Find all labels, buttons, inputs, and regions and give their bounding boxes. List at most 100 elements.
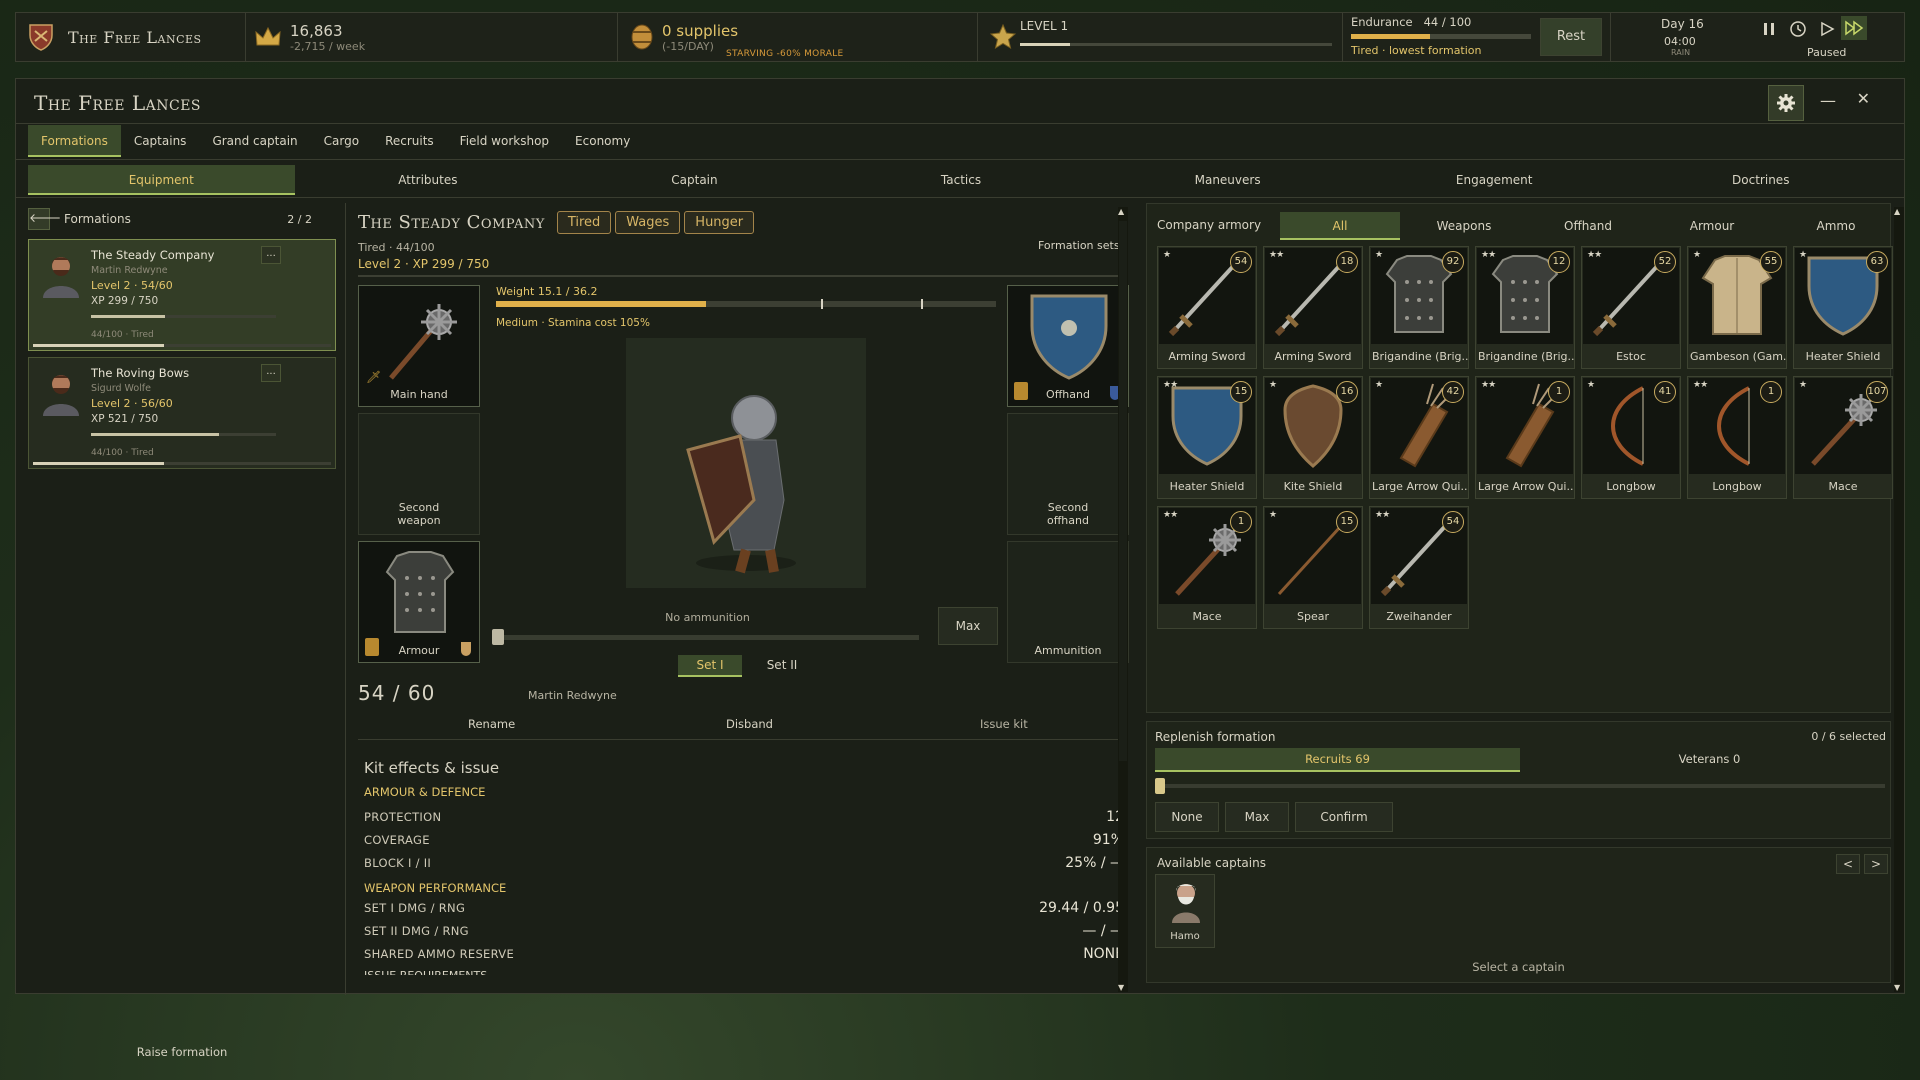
- minimize-button[interactable]: —: [1820, 91, 1836, 110]
- set-two-tab[interactable]: Set II: [750, 655, 814, 677]
- rest-button[interactable]: Rest: [1540, 18, 1602, 56]
- armour-slot[interactable]: Armour: [358, 541, 480, 663]
- main-hand-slot[interactable]: 🗡 Main hand: [358, 285, 480, 407]
- main-tabs: Formations Captains Grand captain Cargo Recr…: [28, 125, 643, 157]
- formation-xp-line: XP 521 / 750: [91, 413, 159, 425]
- formation-card[interactable]: The Roving Bows Sigurd Wolfe Level 2 · 5…: [28, 357, 336, 469]
- tab-formations[interactable]: Formations: [28, 125, 121, 157]
- formation-avatar-icon: [43, 257, 79, 298]
- armory-item[interactable]: ★★ 1 Longbow: [1687, 376, 1787, 499]
- armory-item[interactable]: ★ 107 Mace: [1793, 376, 1893, 499]
- subtab-equipment[interactable]: Equipment: [28, 165, 295, 195]
- armory-item[interactable]: ★★ 15 Heater Shield: [1157, 376, 1257, 499]
- tab-economy[interactable]: Economy: [562, 125, 643, 157]
- armory-item[interactable]: ★ 54 Arming Sword: [1157, 246, 1257, 369]
- fast-forward-button[interactable]: [1841, 16, 1867, 40]
- tab-cargo[interactable]: Cargo: [311, 125, 372, 157]
- formation-xp-bar: [358, 275, 1118, 277]
- item-name: Longbow: [1606, 480, 1656, 493]
- offhand-slot[interactable]: Offhand: [1007, 285, 1129, 407]
- armory-item[interactable]: ★ 16 Kite Shield: [1263, 376, 1363, 499]
- captain-card-hamo[interactable]: Hamo: [1155, 874, 1215, 948]
- armory-tab-offhand[interactable]: Offhand: [1528, 212, 1648, 240]
- captains-panel: Available captains < > Hamo Select a cap…: [1146, 847, 1891, 983]
- armory-tab-all[interactable]: All: [1280, 212, 1400, 240]
- company-banner[interactable]: The Free Lances: [16, 13, 246, 61]
- tab-recruits[interactable]: Recruits: [372, 125, 447, 157]
- rename-button[interactable]: Rename: [468, 717, 515, 731]
- supplies-section: 0 supplies (-15/DAY) STARVING -60% MORAL…: [618, 13, 978, 61]
- ammo-slider[interactable]: [496, 635, 919, 640]
- subtab-doctrines[interactable]: Doctrines: [1627, 165, 1894, 195]
- armory-item[interactable]: ★★ 1 Large Arrow Qui...: [1475, 376, 1575, 499]
- raise-formation-button[interactable]: Raise formation: [28, 1045, 336, 1059]
- equipment-scrollbar[interactable]: ▲ ▼: [1118, 207, 1128, 992]
- disband-button[interactable]: Disband: [726, 717, 773, 731]
- armory-item[interactable]: ★ 42 Large Arrow Qui...: [1369, 376, 1469, 499]
- pause-icon: [1764, 23, 1774, 35]
- issue-kit-button[interactable]: Issue kit: [980, 717, 1028, 731]
- replenish-max-button[interactable]: Max: [1225, 802, 1289, 832]
- formation-more-button[interactable]: ...: [261, 364, 281, 382]
- armory-item[interactable]: ★★ 18 Arming Sword: [1263, 246, 1363, 369]
- pause-button[interactable]: [1761, 20, 1777, 38]
- item-count: 15: [1230, 381, 1252, 403]
- captains-next-button[interactable]: >: [1864, 854, 1888, 874]
- company-window: The Free Lances — ✕ Formations Captains Gr…: [15, 78, 1905, 1059]
- item-name: Brigandine (Brig...: [1372, 350, 1468, 363]
- second-offhand-slot[interactable]: Second offhand: [1007, 413, 1129, 535]
- item-stars: ★: [1375, 250, 1383, 260]
- armory-scrollbar[interactable]: ▲ ▼: [1894, 207, 1904, 992]
- subtab-engagement[interactable]: Engagement: [1361, 165, 1628, 195]
- armory-item[interactable]: ★ 92 Brigandine (Brig...: [1369, 246, 1469, 369]
- ammunition-slot[interactable]: Ammunition: [1007, 541, 1129, 663]
- formation-more-button[interactable]: ...: [261, 246, 281, 264]
- wages-chip[interactable]: Wages: [615, 211, 681, 234]
- subtab-captain[interactable]: Captain: [561, 165, 828, 195]
- armory-item[interactable]: ★★ 52 Estoc: [1581, 246, 1681, 369]
- hunger-chip[interactable]: Hunger: [684, 211, 755, 234]
- veterans-tab[interactable]: Veterans 0: [1527, 748, 1892, 772]
- ammo-slider-handle[interactable]: [492, 629, 504, 645]
- subtab-maneuvers[interactable]: Maneuvers: [1094, 165, 1361, 195]
- tired-chip[interactable]: Tired: [556, 211, 612, 234]
- tab-captains[interactable]: Captains: [121, 125, 200, 157]
- formation-sets-button[interactable]: Formation sets: [1038, 239, 1120, 252]
- armory-tab-weapons[interactable]: Weapons: [1404, 212, 1524, 240]
- ammunition-label: Ammunition: [1034, 644, 1102, 657]
- armory-tab-ammo[interactable]: Ammo: [1776, 212, 1896, 240]
- tab-field-workshop[interactable]: Field workshop: [447, 125, 562, 157]
- armory-item[interactable]: ★ 15 Spear: [1263, 506, 1363, 629]
- close-button[interactable]: ✕: [1857, 89, 1870, 108]
- play-button[interactable]: [1819, 20, 1835, 41]
- settings-button[interactable]: [1768, 85, 1804, 121]
- replenish-confirm-button[interactable]: Confirm: [1295, 802, 1393, 832]
- armory-item[interactable]: ★ 63 Heater Shield: [1793, 246, 1893, 369]
- top-resource-bar: The Free Lances 16,863 -2,715 / week 0 s…: [15, 12, 1905, 62]
- armory-item[interactable]: ★★ 12 Brigandine (Brig...: [1475, 246, 1575, 369]
- second-weapon-slot[interactable]: Second weapon: [358, 413, 480, 535]
- subtab-attributes[interactable]: Attributes: [295, 165, 562, 195]
- clock-button[interactable]: [1789, 20, 1807, 41]
- replenish-none-button[interactable]: None: [1155, 802, 1219, 832]
- recruits-tab[interactable]: Recruits 69: [1155, 748, 1520, 772]
- armory-item[interactable]: ★ 41 Longbow: [1581, 376, 1681, 499]
- replenish-slider[interactable]: [1157, 784, 1885, 788]
- formation-level-line: Level 2 · 56/60: [91, 397, 173, 410]
- item-stars: ★: [1799, 380, 1807, 390]
- subtab-tactics[interactable]: Tactics: [828, 165, 1095, 195]
- formation-card[interactable]: The Steady Company Martin Redwyne Level …: [28, 239, 336, 351]
- tab-grand-captain[interactable]: Grand captain: [199, 125, 310, 157]
- armour-tier-icon: [365, 638, 379, 656]
- ammo-max-button[interactable]: Max: [938, 607, 998, 645]
- item-count: 18: [1336, 251, 1358, 273]
- back-button[interactable]: 🡐: [28, 208, 61, 230]
- armory-item[interactable]: ★★ 1 Mace: [1157, 506, 1257, 629]
- armory-item[interactable]: ★ 55 Gambeson (Gam...: [1687, 246, 1787, 369]
- replenish-slider-handle[interactable]: [1155, 778, 1165, 794]
- captains-prev-button[interactable]: <: [1836, 854, 1860, 874]
- set-one-tab[interactable]: Set I: [678, 655, 742, 677]
- armory-item[interactable]: ★★ 54 Zweihander: [1369, 506, 1469, 629]
- endurance-note: Tired · lowest formation: [1351, 44, 1482, 57]
- armory-tab-armour[interactable]: Armour: [1652, 212, 1772, 240]
